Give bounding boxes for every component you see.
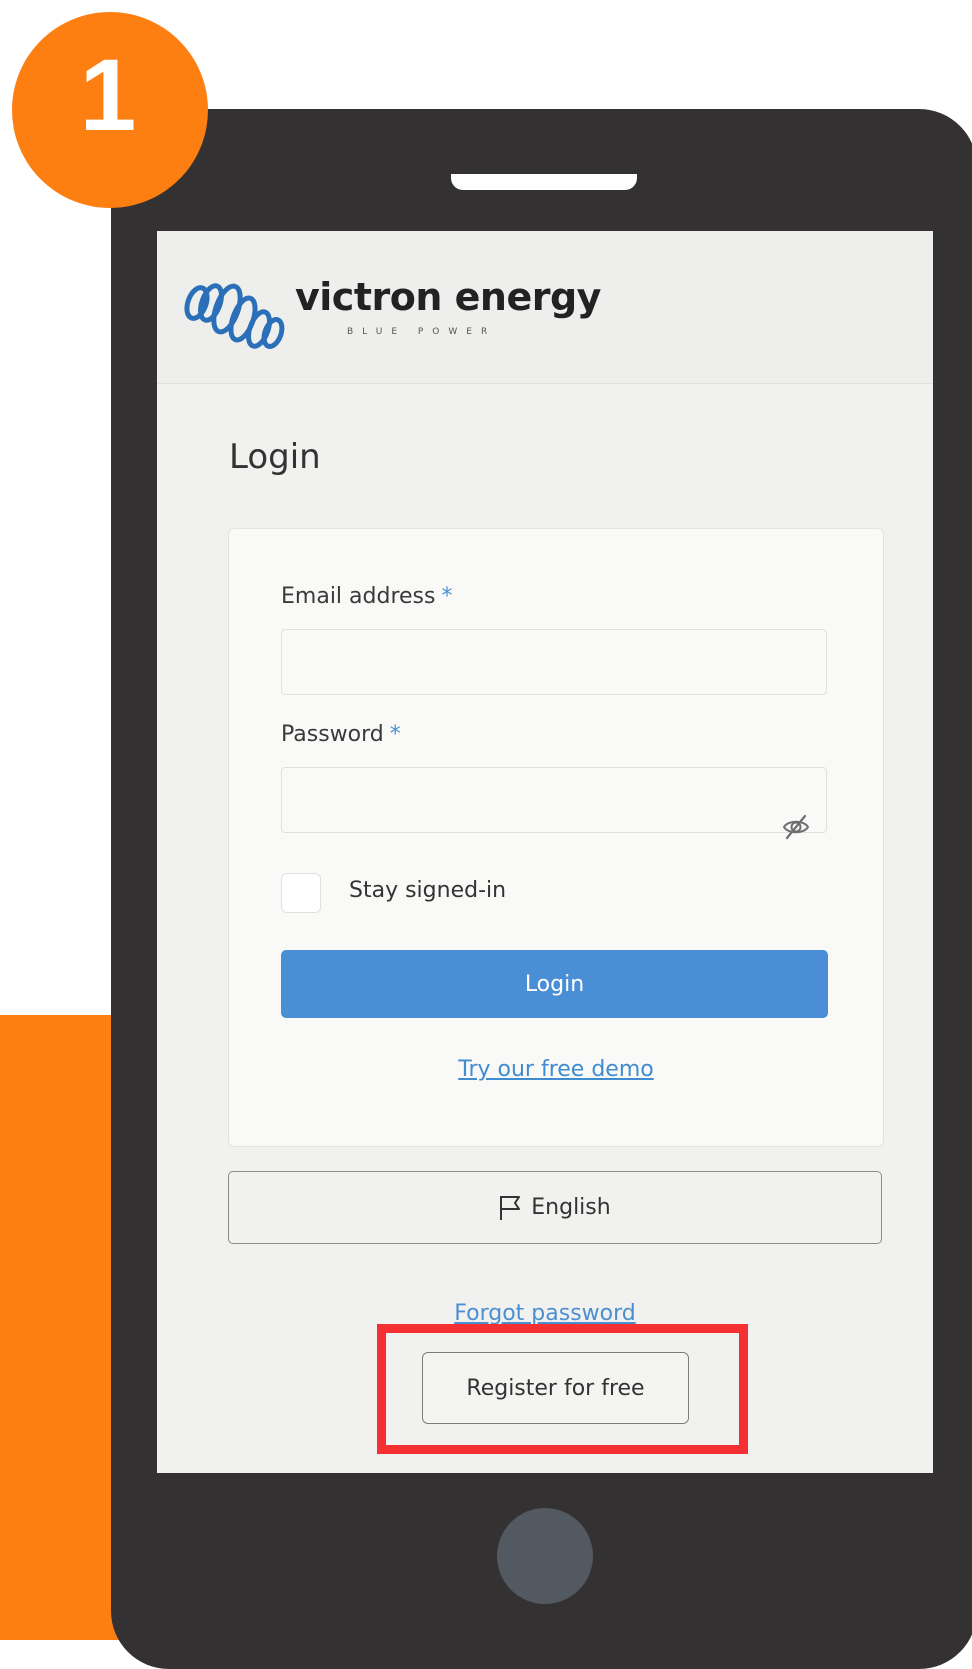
forgot-password-link[interactable]: Forgot password [157,1301,933,1326]
step-badge: 1 [12,12,208,208]
language-selector-button[interactable]: English [228,1171,882,1244]
page-title: Login [229,437,321,477]
email-field[interactable] [281,629,827,695]
email-label: Email address * [281,584,452,609]
phone-screen: victron energy BLUE POWER Login Email ad… [157,231,933,1473]
victron-logo[interactable]: victron energy BLUE POWER [177,275,601,355]
password-required-mark: * [389,722,401,747]
phone-home-button [497,1508,593,1604]
stay-signed-in-label: Stay signed-in [349,878,507,903]
brand-tagline: BLUE POWER [347,327,497,337]
register-button[interactable]: Register for free [422,1352,689,1424]
eye-off-icon[interactable] [781,812,811,842]
stay-signed-in-checkbox[interactable] [281,873,321,913]
demo-link[interactable]: Try our free demo [229,1057,883,1082]
victron-logo-icon [184,283,285,349]
language-label: English [531,1195,611,1220]
login-card: Email address * Password * Stay signed-in … [228,528,884,1147]
email-label-text: Email address [281,584,436,609]
brand-name: victron energy [295,275,601,319]
app-header: victron energy BLUE POWER [157,231,933,384]
password-label-text: Password [281,722,384,747]
phone-speaker [451,174,637,190]
login-button[interactable]: Login [281,950,828,1018]
flag-icon [500,1195,521,1220]
step-number: 1 [79,38,137,152]
email-required-mark: * [441,584,453,609]
password-label: Password * [281,722,401,747]
password-field[interactable] [281,767,827,833]
